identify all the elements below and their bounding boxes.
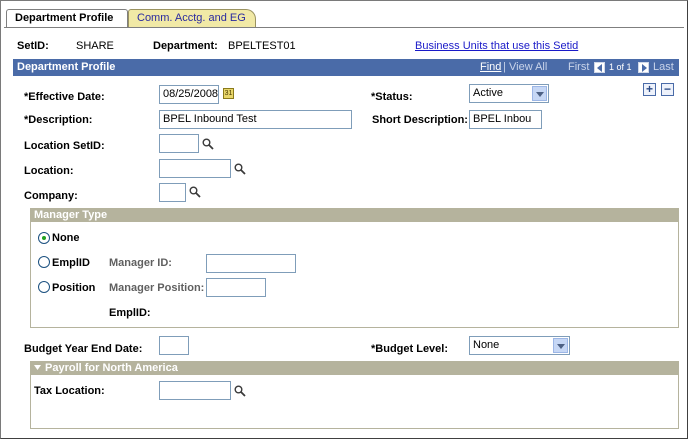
manager-position-label: Manager Position: — [109, 282, 205, 294]
status-selected-value: Active — [473, 87, 503, 99]
effective-date-input[interactable]: 08/25/2008 — [159, 85, 219, 104]
tab-comm-acctg-eg[interactable]: Comm. Acctg. and EG — [128, 9, 256, 28]
last-link[interactable]: Last — [653, 59, 674, 76]
budget-year-end-input[interactable] — [159, 336, 189, 355]
payroll-title: Payroll for North America — [45, 362, 178, 374]
manager-type-header: Manager Type — [31, 209, 678, 222]
nav-left-icon[interactable] — [594, 62, 605, 73]
description-label: *Description: — [24, 114, 93, 126]
emplid-label: EmplID: — [109, 307, 151, 319]
manager-position-input[interactable] — [206, 278, 266, 297]
location-input[interactable] — [159, 159, 231, 178]
calendar-icon[interactable]: 31 — [223, 88, 234, 99]
status-label: *Status: — [371, 91, 413, 103]
radio-position-label: Position — [52, 282, 96, 294]
short-description-label: Short Description: — [372, 114, 468, 126]
radio-emplid[interactable] — [38, 256, 50, 268]
location-label: Location: — [24, 165, 74, 177]
collapse-triangle-icon[interactable] — [34, 365, 41, 371]
radio-none-label: None — [52, 232, 80, 244]
nav-separator: | — [503, 61, 506, 73]
manager-id-label: Manager ID: — [109, 257, 172, 269]
chevron-down-icon[interactable] — [553, 338, 568, 353]
status-select[interactable]: Active — [469, 84, 549, 103]
description-input[interactable]: BPEL Inbound Test — [159, 110, 352, 129]
location-setid-label: Location SetID: — [24, 140, 105, 152]
manager-id-input[interactable] — [206, 254, 296, 273]
pager-text: 1 of 1 — [609, 62, 632, 72]
budget-level-selected-value: None — [473, 339, 500, 351]
chevron-down-icon[interactable] — [532, 86, 547, 101]
short-description-input[interactable]: BPEL Inbou — [469, 110, 542, 129]
radio-position[interactable] — [38, 281, 50, 293]
setid-label: SetID: — [17, 40, 49, 52]
lookup-icon[interactable] — [234, 163, 246, 175]
section-title: Department Profile — [17, 61, 116, 73]
tax-location-input[interactable] — [159, 381, 231, 400]
budget-level-label: *Budget Level: — [371, 343, 449, 355]
payroll-group: Payroll for North America — [30, 361, 679, 429]
department-label: Department: — [153, 40, 218, 52]
location-setid-input[interactable] — [159, 134, 199, 153]
company-label: Company: — [24, 190, 78, 202]
business-units-link[interactable]: Business Units that use this Setid — [415, 40, 578, 52]
effective-date-label: *Effective Date: — [24, 91, 105, 103]
company-input[interactable] — [159, 183, 186, 202]
lookup-icon[interactable] — [189, 186, 201, 198]
department-profile-header: Department Profile Find | View All First… — [13, 59, 679, 76]
view-all-link[interactable]: View All — [509, 59, 547, 76]
setid-value: SHARE — [76, 40, 114, 52]
find-link[interactable]: Find — [480, 59, 501, 76]
budget-level-select[interactable]: None — [469, 336, 570, 355]
lookup-icon[interactable] — [234, 385, 246, 397]
department-value: BPELTEST01 — [228, 40, 296, 52]
budget-year-end-label: Budget Year End Date: — [24, 343, 143, 355]
delete-row-icon[interactable]: − — [661, 83, 674, 96]
nav-right-icon[interactable] — [638, 62, 649, 73]
lookup-icon[interactable] — [202, 138, 214, 150]
tax-location-label: Tax Location: — [34, 385, 105, 397]
add-row-icon[interactable]: + — [643, 83, 656, 96]
payroll-header[interactable]: Payroll for North America — [31, 362, 678, 375]
radio-emplid-label: EmplID — [52, 257, 90, 269]
first-link[interactable]: First — [568, 59, 589, 76]
radio-none[interactable] — [38, 232, 50, 244]
tab-divider — [4, 27, 684, 28]
tab-department-profile[interactable]: Department Profile — [6, 9, 128, 28]
